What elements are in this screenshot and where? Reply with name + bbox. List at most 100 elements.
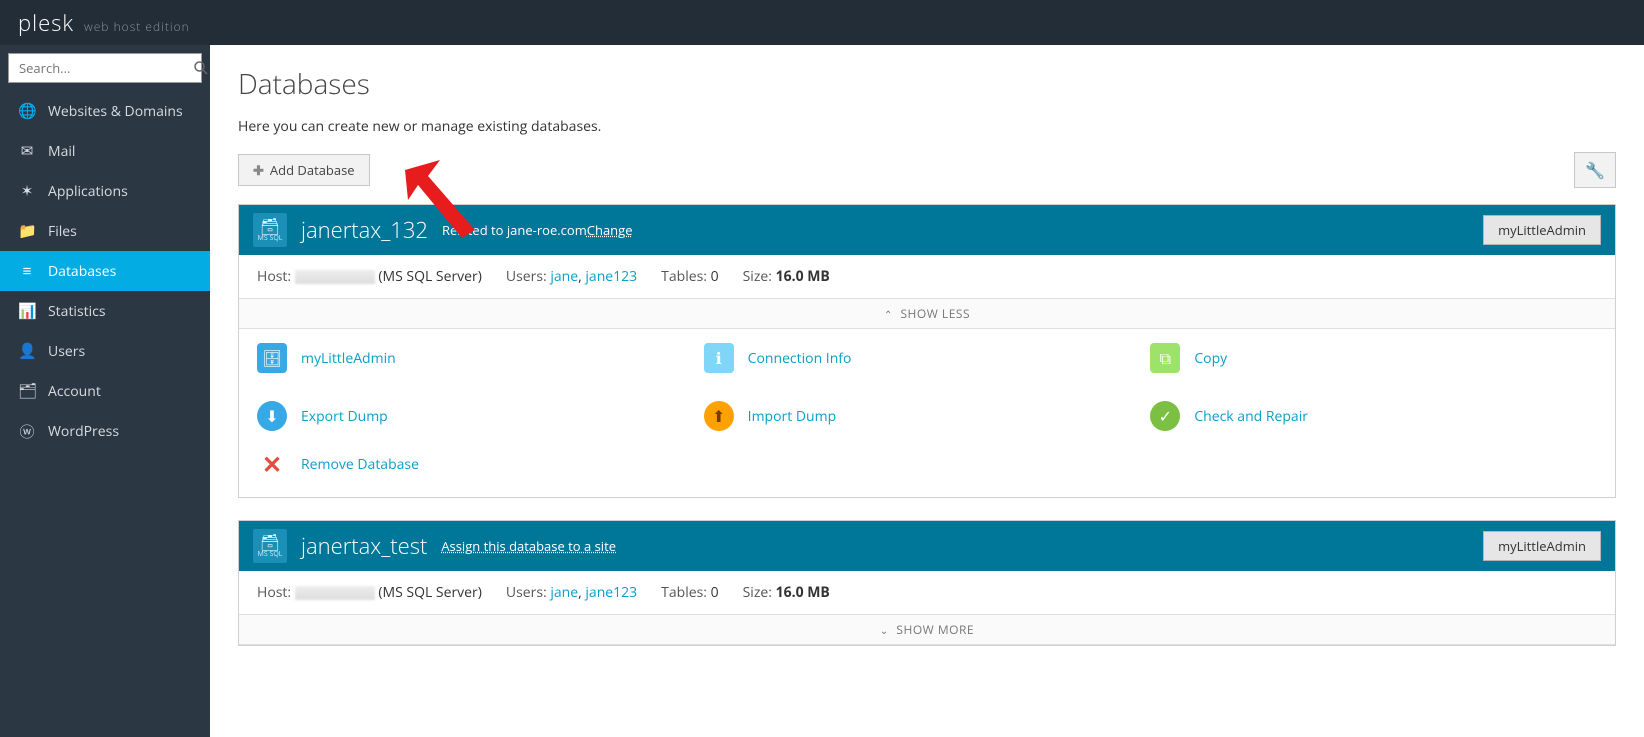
sidebar-item-statistics[interactable]: 📊 Statistics (0, 291, 210, 331)
sidebar-item-files[interactable]: 📁 Files (0, 211, 210, 251)
gear-icon: ✶ (18, 181, 36, 201)
mylittleadmin-button[interactable]: myLittleAdmin (1483, 531, 1601, 561)
host-field: Host: (MS SQL Server) (257, 267, 482, 286)
action-label: Check and Repair (1194, 407, 1308, 426)
action-remove-database[interactable]: ✕ Remove Database (257, 449, 1597, 479)
related-domain: jane-roe.com (507, 221, 587, 239)
add-database-button[interactable]: ✚ Add Database (238, 154, 370, 186)
sidebar-item-applications[interactable]: ✶ Applications (0, 171, 210, 211)
database-icon: ≡ (18, 261, 36, 281)
mssql-icon: 🗃MS SQL (253, 529, 287, 563)
host-field: Host: (MS SQL Server) (257, 583, 482, 602)
assign-site-link[interactable]: Assign this database to a site (441, 537, 616, 555)
remove-label: Remove Database (301, 455, 419, 474)
related-prefix: Related to (442, 221, 507, 239)
size-field: Size: 16.0 MB (743, 583, 830, 602)
sidebar-item-label: Applications (48, 182, 128, 201)
chevron-icon: ⌄ (880, 623, 889, 637)
tools-button[interactable]: 🔧 (1574, 152, 1616, 188)
sidebar-search (0, 45, 210, 91)
database-header: 🗃MS SQL janertax_test Assign this database… (239, 521, 1615, 571)
import-icon: ⬆ (704, 401, 734, 431)
sidebar-item-label: Account (48, 382, 101, 401)
search-box[interactable] (8, 53, 202, 83)
action-label: myLittleAdmin (301, 349, 396, 368)
database-card: 🗃MS SQL janertax_test Assign this database… (238, 520, 1616, 646)
stats-icon: 📊 (18, 301, 36, 321)
sidebar-item-label: Mail (48, 142, 75, 161)
change-link[interactable]: Change (587, 221, 633, 239)
user-link[interactable]: jane123 (585, 583, 637, 602)
wordpress-icon: ⓦ (18, 421, 36, 442)
card-icon: 🗂 (18, 381, 36, 401)
folder-icon: 📁 (18, 221, 36, 241)
database-name[interactable]: janertax_test (301, 531, 427, 561)
sidebar-item-label: WordPress (48, 422, 119, 441)
page-title: Databases (238, 65, 1616, 103)
user-link[interactable]: jane123 (585, 267, 637, 286)
main-content: Databases Here you can create new or man… (210, 45, 1644, 737)
remove-row: ✕ Remove Database (239, 449, 1615, 497)
sidebar-item-websites-domains[interactable]: 🌐 Websites & Domains (0, 91, 210, 131)
action-label: Import Dump (748, 407, 836, 426)
action-copy[interactable]: ⧉ Copy (1150, 343, 1597, 373)
action-label: Export Dump (301, 407, 388, 426)
copy-icon: ⧉ (1150, 343, 1180, 373)
sidebar-item-label: Websites & Domains (48, 102, 183, 121)
sidebar-item-label: Databases (48, 262, 116, 281)
database-name[interactable]: janertax_132 (301, 215, 428, 245)
globe-icon: 🌐 (18, 101, 36, 121)
sidebar-item-label: Statistics (48, 302, 106, 321)
database-relation: Related to jane-roe.comChange (442, 221, 633, 239)
toolbar: ✚ Add Database 🔧 (238, 152, 1616, 188)
action-check-and-repair[interactable]: ✓ Check and Repair (1150, 401, 1597, 431)
database-card: 🗃MS SQL janertax_132 Related to jane-roe.c… (238, 204, 1616, 498)
check-icon: ✓ (1150, 401, 1180, 431)
search-icon[interactable] (193, 60, 209, 76)
info-icon: ℹ (704, 343, 734, 373)
sidebar-item-label: Users (48, 342, 85, 361)
tables-field: Tables: 0 (661, 267, 718, 286)
action-mylittleadmin[interactable]: 🗄 myLittleAdmin (257, 343, 704, 373)
action-label: Copy (1194, 349, 1227, 368)
search-input[interactable] (9, 55, 193, 81)
sidebar-item-account[interactable]: 🗂 Account (0, 371, 210, 411)
user-link[interactable]: jane (550, 267, 578, 286)
size-field: Size: 16.0 MB (743, 267, 830, 286)
database-info: Host: (MS SQL Server)Users: jane, jane12… (239, 255, 1615, 298)
sidebar-item-wordpress[interactable]: ⓦ WordPress (0, 411, 210, 452)
database-header: 🗃MS SQL janertax_132 Related to jane-roe.c… (239, 205, 1615, 255)
sidebar-item-databases[interactable]: ≡ Databases (0, 251, 210, 291)
remove-icon: ✕ (257, 449, 287, 479)
show-more-toggle[interactable]: ⌄ SHOW MORE (239, 614, 1615, 645)
user-link[interactable]: jane (550, 583, 578, 602)
mail-icon: ✉ (18, 141, 36, 161)
mylittleadmin-button[interactable]: myLittleAdmin (1483, 215, 1601, 245)
db-icon: 🗄 (257, 343, 287, 373)
sidebar: 🌐 Websites & Domains ✉ Mail ✶ Applications 📁 Fi… (0, 45, 210, 737)
action-import-dump[interactable]: ⬆ Import Dump (704, 401, 1151, 431)
show-less-toggle[interactable]: ⌃ SHOW LESS (239, 298, 1615, 329)
sidebar-item-mail[interactable]: ✉ Mail (0, 131, 210, 171)
add-database-label: Add Database (270, 161, 355, 179)
topbar: plesk web host edition (0, 0, 1644, 45)
users-field: Users: jane, jane123 (506, 583, 637, 602)
database-actions: 🗄 myLittleAdmin ℹ Connection Info ⧉ Copy ⬇ Expo… (239, 329, 1615, 449)
export-icon: ⬇ (257, 401, 287, 431)
action-export-dump[interactable]: ⬇ Export Dump (257, 401, 704, 431)
tables-field: Tables: 0 (661, 583, 718, 602)
action-connection-info[interactable]: ℹ Connection Info (704, 343, 1151, 373)
sidebar-item-users[interactable]: 👤 Users (0, 331, 210, 371)
mssql-icon: 🗃MS SQL (253, 213, 287, 247)
brand-edition: web host edition (84, 18, 190, 35)
action-label: Connection Info (748, 349, 852, 368)
brand-logo: plesk web host edition (18, 8, 190, 38)
chevron-icon: ⌃ (884, 307, 893, 321)
sidebar-item-label: Files (48, 222, 77, 241)
brand-name: plesk (18, 8, 74, 38)
database-info: Host: (MS SQL Server) Users: jane, jane12… (239, 571, 1615, 614)
database-relation: Assign this database to a site (441, 537, 616, 555)
page-description: Here you can create new or manage existi… (238, 117, 1616, 136)
user-icon: 👤 (18, 341, 36, 361)
plus-icon: ✚ (253, 161, 264, 179)
